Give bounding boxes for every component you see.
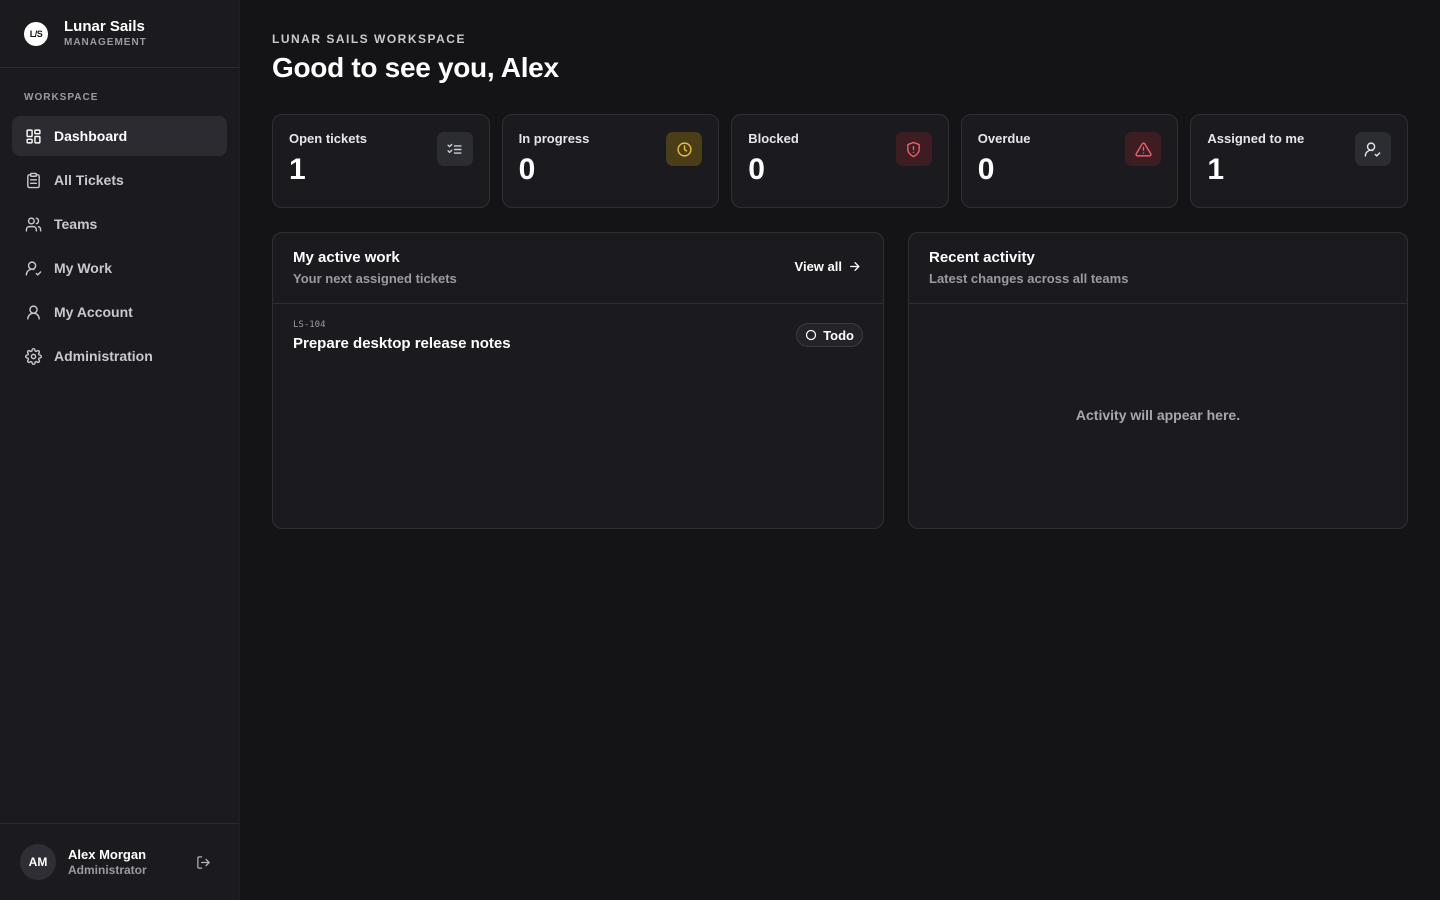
sidebar-item-dashboard[interactable]: Dashboard <box>12 116 227 156</box>
view-all-link[interactable]: View all <box>795 259 861 274</box>
user-profile: AM Alex Morgan Administrator <box>0 823 239 900</box>
user-meta: Alex Morgan Administrator <box>68 847 191 878</box>
sidebar-item-label: Administration <box>54 348 153 364</box>
sidebar-item-label: My Work <box>54 260 113 276</box>
active-work-panel: My active work Your next assigned ticket… <box>272 232 884 529</box>
stat-card-blocked[interactable]: Blocked 0 <box>731 114 949 208</box>
ticket-id: LS-104 <box>293 320 326 330</box>
dashboard-grid-icon <box>24 127 42 145</box>
brand-name: Lunar Sails <box>64 17 145 35</box>
sidebar-item-label: My Account <box>54 304 133 320</box>
stat-card-assigned-to-me[interactable]: Assigned to me 1 <box>1190 114 1408 208</box>
stat-card-open-tickets[interactable]: Open tickets 1 <box>272 114 490 208</box>
brand-subtitle: MANAGEMENT <box>64 36 147 48</box>
circle-status-icon <box>805 329 823 341</box>
brand[interactable]: L/S Lunar Sails MANAGEMENT <box>0 0 239 68</box>
nav-section-label: WORKSPACE <box>24 92 99 103</box>
logout-icon <box>196 855 211 870</box>
sidebar-item-teams[interactable]: Teams <box>12 204 227 244</box>
workspace-eyebrow: LUNAR SAILS WORKSPACE <box>272 32 466 46</box>
panel-subtitle: Latest changes across all teams <box>929 271 1129 286</box>
panel-title: Recent activity <box>929 249 1035 266</box>
user-icon <box>24 303 42 321</box>
ticket-row[interactable]: LS-104 Prepare desktop release notes Tod… <box>273 304 883 368</box>
status-label: Todo <box>823 327 854 343</box>
main-content: LUNAR SAILS WORKSPACE Good to see you, A… <box>272 0 1408 529</box>
arrow-right-icon <box>842 260 861 273</box>
users-icon <box>24 215 42 233</box>
shield-alert-icon <box>895 132 932 166</box>
sidebar-item-all-tickets[interactable]: All Tickets <box>12 160 227 200</box>
stat-card-overdue[interactable]: Overdue 0 <box>960 114 1179 208</box>
status-badge: Todo <box>796 323 863 347</box>
sidebar-item-my-work[interactable]: My Work <box>12 248 227 288</box>
panel-header: Recent activity Latest changes across al… <box>909 233 1407 304</box>
sidebar-item-my-account[interactable]: My Account <box>12 292 227 332</box>
page-title: Good to see you, Alex <box>272 52 559 83</box>
sidebar-nav: Dashboard All Tickets Teams My Work My A… <box>0 116 239 376</box>
stats-row: Open tickets 1 In progress 0 Blocked 0 O… <box>272 114 1408 208</box>
clock-icon <box>666 132 703 166</box>
recent-activity-panel: Recent activity Latest changes across al… <box>908 232 1408 529</box>
logout-button[interactable] <box>191 850 215 874</box>
panels-row: My active work Your next assigned ticket… <box>272 232 1408 529</box>
brand-text: Lunar Sails MANAGEMENT <box>64 18 147 50</box>
list-check-icon <box>436 132 473 166</box>
clipboard-icon <box>24 171 42 189</box>
sidebar-item-label: All Tickets <box>54 172 124 188</box>
sidebar-item-label: Dashboard <box>54 128 128 144</box>
gear-icon <box>24 347 42 365</box>
brand-logo: L/S <box>24 21 48 46</box>
sidebar-item-label: Teams <box>54 216 98 232</box>
ticket-title: Prepare desktop release notes <box>293 335 511 352</box>
stat-card-in-progress[interactable]: In progress 0 <box>501 114 720 208</box>
user-check-icon <box>24 259 42 277</box>
user-check-icon <box>1354 132 1391 166</box>
sidebar: L/S Lunar Sails MANAGEMENT WORKSPACE Das… <box>0 0 240 900</box>
panel-title: My active work <box>293 249 400 266</box>
sidebar-item-administration[interactable]: Administration <box>12 336 227 376</box>
panel-header: My active work Your next assigned ticket… <box>273 233 883 304</box>
avatar[interactable]: AM <box>20 844 56 880</box>
view-all-label: View all <box>794 259 842 274</box>
empty-state-message: Activity will appear here. <box>1075 407 1241 423</box>
user-name: Alex Morgan <box>68 846 147 862</box>
panel-subtitle: Your next assigned tickets <box>293 271 457 286</box>
user-role: Administrator <box>68 862 147 877</box>
warning-triangle-icon <box>1125 132 1162 166</box>
